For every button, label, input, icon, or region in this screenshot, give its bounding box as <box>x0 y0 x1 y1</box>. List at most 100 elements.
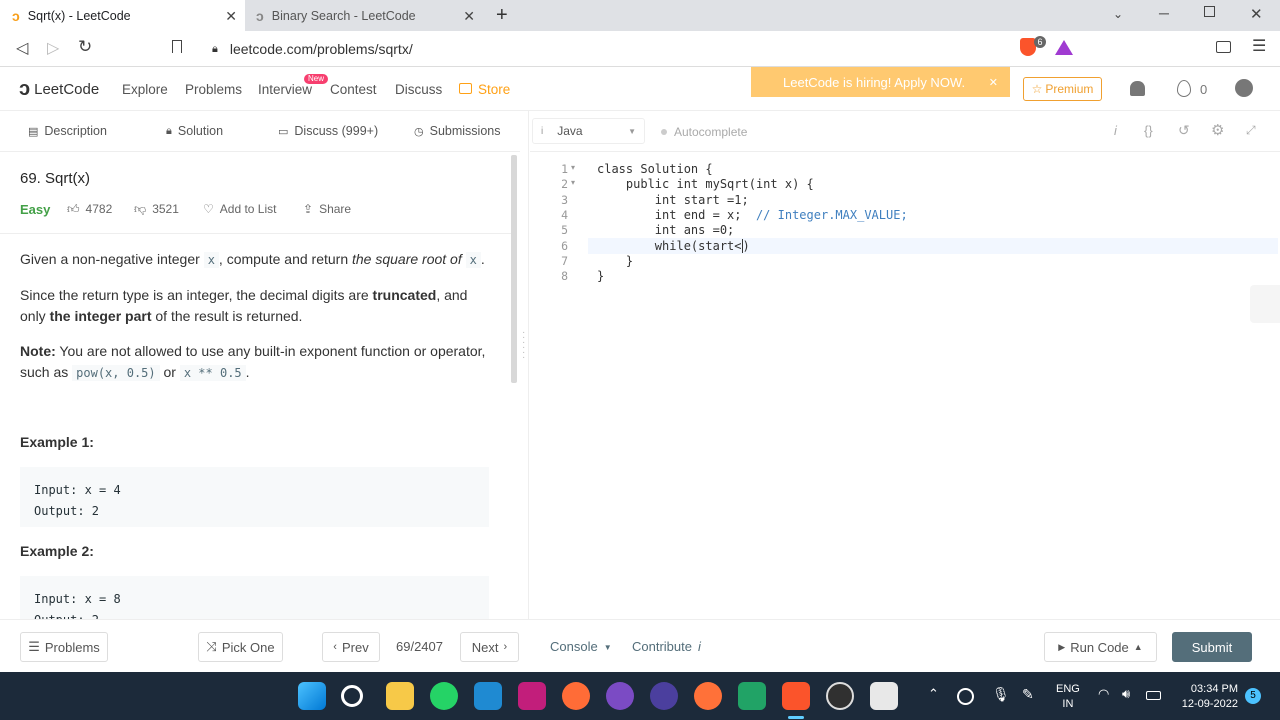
contribute-link[interactable]: Contribute i <box>632 639 701 654</box>
clock[interactable]: 03:34 PM 12-09-2022 <box>1180 682 1238 712</box>
close-tab-icon[interactable]: ✕ <box>225 8 237 25</box>
solution-icon: 🔒︎ <box>166 124 172 137</box>
tab-discuss[interactable]: ▭ Discuss (999+) <box>278 124 378 138</box>
excel-icon[interactable] <box>738 682 766 710</box>
language-select[interactable]: i Java ▼ <box>532 118 645 144</box>
obs-icon[interactable] <box>826 682 854 710</box>
brave-rewards-icon[interactable] <box>1055 40 1073 55</box>
reload-icon[interactable]: ↻ <box>78 37 92 57</box>
active-app-indicator <box>788 716 804 719</box>
autocomplete-toggle[interactable]: Autocomplete <box>661 125 747 139</box>
tab-solution[interactable]: 🔒︎ Solution <box>166 124 223 138</box>
code-text: class Solution { <box>597 162 713 176</box>
close-window-icon[interactable]: ✕ <box>1250 5 1263 23</box>
wallet-icon[interactable] <box>1216 41 1231 53</box>
panel-resize-handle[interactable]: · · · · · · <box>522 328 525 363</box>
brave-icon[interactable] <box>782 682 810 710</box>
windows-start-icon[interactable] <box>298 682 326 710</box>
search-icon[interactable] <box>341 685 363 707</box>
left-scrollbar[interactable] <box>511 155 517 383</box>
next-button[interactable]: Next › <box>460 632 519 662</box>
leetcode-logo[interactable]: ↄ LeetCode <box>19 78 99 101</box>
browser-tab-active[interactable]: ↄ Sqrt(x) - LeetCode ✕ <box>0 0 245 31</box>
nav-contest[interactable]: Contest <box>330 82 377 97</box>
chevron-down-icon: ▼ <box>603 643 612 652</box>
console-toggle[interactable]: Console ▼ <box>550 639 612 654</box>
bookmark-icon[interactable] <box>172 40 182 53</box>
battery-icon[interactable] <box>1146 691 1161 700</box>
like-button[interactable]: 👍︎ 4782 <box>67 202 112 217</box>
code-line[interactable]: } <box>597 254 633 268</box>
example-1-input: Input: x = 4 <box>34 483 121 497</box>
bell-icon[interactable] <box>1130 81 1145 96</box>
problem-counter[interactable]: 69/2407 <box>396 639 443 654</box>
microphone-icon[interactable]: 🎙︎ <box>992 686 1010 703</box>
dislike-button[interactable]: 👎︎ 3521 <box>134 202 179 217</box>
nav-discuss[interactable]: Discuss <box>395 82 442 97</box>
fold-arrow-icon[interactable]: ▾ <box>571 163 575 172</box>
clock-time: 03:34 PM <box>1190 683 1238 695</box>
code-line[interactable]: int ans =0; <box>597 223 734 237</box>
forward-icon[interactable]: ▷ <box>47 38 59 58</box>
whiteboard-icon[interactable] <box>870 682 898 710</box>
code-line[interactable]: public int mySqrt(int x) { <box>597 177 814 191</box>
chevron-up-icon: ▲ <box>1133 642 1143 652</box>
nav-explore[interactable]: Explore <box>122 82 168 97</box>
firefox-icon[interactable] <box>694 682 722 710</box>
github-desktop-icon[interactable] <box>606 682 634 710</box>
premium-button[interactable]: ☆ Premium <box>1023 77 1102 101</box>
problems-list-button[interactable]: ☰ Problems <box>20 632 108 662</box>
submit-button[interactable]: Submit <box>1172 632 1252 662</box>
code-line[interactable]: int start =1; <box>597 193 749 207</box>
intellij-icon[interactable] <box>518 682 546 710</box>
wifi-icon[interactable]: ◠ <box>1098 686 1109 702</box>
info-icon[interactable]: i <box>1114 123 1117 138</box>
pick-one-button[interactable]: ⤨ Pick One <box>198 632 283 662</box>
back-icon[interactable]: ◁ <box>16 38 28 58</box>
editor-side-tab[interactable] <box>1250 285 1280 323</box>
code-line[interactable]: int end = x; // Integer.MAX_VALUE; <box>597 208 908 222</box>
nav-interview[interactable]: Interview <box>258 82 312 97</box>
avatar[interactable] <box>1235 79 1253 97</box>
minimize-icon[interactable]: ─ <box>1159 5 1169 21</box>
postman-icon[interactable] <box>562 682 590 710</box>
browser-tab-2[interactable]: ↄ Binary Search - LeetCode ✕ <box>248 0 483 31</box>
menu-icon[interactable]: ☰ <box>1252 36 1266 56</box>
hiring-banner[interactable]: LeetCode is hiring! Apply NOW. ✕ <box>751 67 1010 97</box>
volume-icon[interactable]: 🔊︎ <box>1122 686 1130 702</box>
pen-icon[interactable]: ✎ <box>1022 686 1034 703</box>
code-line[interactable]: } <box>597 269 604 283</box>
close-tab-icon[interactable]: ✕ <box>463 8 475 25</box>
tab-search-icon[interactable]: ⌄ <box>1113 7 1123 21</box>
fullscreen-icon[interactable]: ⤢ <box>1246 123 1256 138</box>
notification-badge[interactable]: 5 <box>1245 688 1261 704</box>
nav-store[interactable]: Store <box>478 82 510 97</box>
fold-arrow-icon[interactable]: ▾ <box>571 178 575 187</box>
vscode-icon[interactable] <box>474 682 502 710</box>
whatsapp-icon[interactable] <box>430 682 458 710</box>
maximize-icon[interactable] <box>1204 6 1215 17</box>
close-banner-icon[interactable]: ✕ <box>989 76 998 89</box>
share-button[interactable]: ⇪ Share <box>303 202 351 216</box>
line-number: 2 <box>561 177 568 192</box>
add-to-list-button[interactable]: ♡ Add to List <box>203 202 276 216</box>
prev-button[interactable]: ‹ Prev <box>322 632 380 662</box>
braces-icon[interactable]: {} <box>1144 123 1153 138</box>
code-line[interactable]: class Solution { <box>597 162 713 176</box>
new-tab-icon[interactable]: + <box>496 4 508 27</box>
fire-icon[interactable] <box>1177 80 1191 97</box>
reset-icon[interactable]: ↺ <box>1178 122 1190 139</box>
nav-problems[interactable]: Problems <box>185 82 242 97</box>
chevron-up-icon[interactable]: ⌃ <box>928 686 939 702</box>
eclipse-icon[interactable] <box>650 682 678 710</box>
code-line[interactable]: while(start<) <box>597 238 750 253</box>
url-field[interactable]: 🔒︎ leetcode.com/problems/sqrtx/ <box>200 36 1080 62</box>
tray-app-icon[interactable] <box>957 688 974 705</box>
line-number: 8 <box>561 269 568 284</box>
file-explorer-icon[interactable] <box>386 682 414 710</box>
tab-description[interactable]: ▤ Description <box>28 124 107 138</box>
settings-icon[interactable]: ⚙︎ <box>1211 121 1224 139</box>
run-code-button[interactable]: ▶ Run Code ▲ <box>1044 632 1157 662</box>
language-indicator[interactable]: ENG IN <box>1056 682 1080 712</box>
tab-submissions[interactable]: ◷ Submissions <box>414 124 500 138</box>
